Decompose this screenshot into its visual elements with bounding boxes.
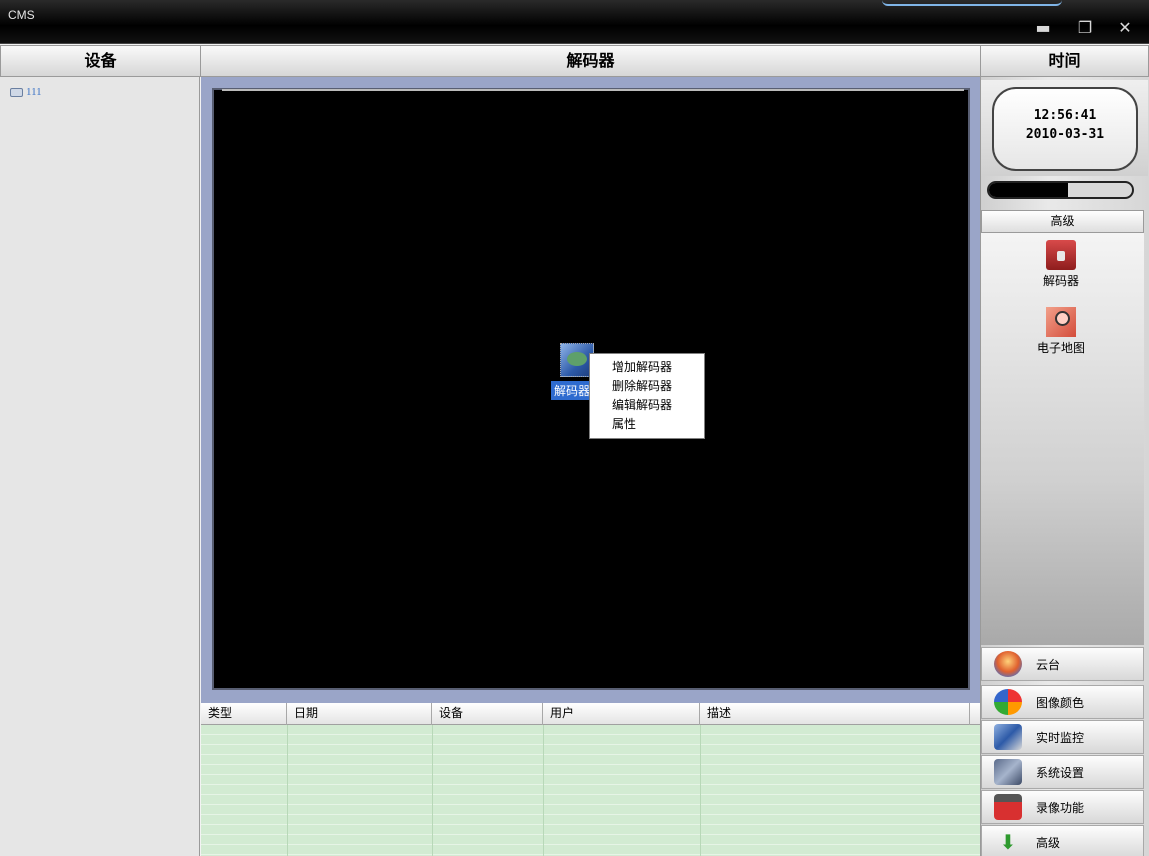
menu-item-edit-decoder[interactable]: 编辑解码器 (590, 396, 704, 415)
log-table-header: 类型 日期 设备 用户 描述 (201, 703, 980, 725)
column-divider (700, 725, 701, 856)
recording-icon (994, 794, 1022, 820)
live-monitor-icon (994, 724, 1022, 750)
time-header: 时间 (980, 45, 1149, 77)
minimize-icon[interactable]: ▬ (1030, 18, 1056, 38)
column-divider (432, 725, 433, 856)
nav-live-monitor-button[interactable]: 实时监控 (981, 720, 1144, 754)
decoder-header: 解码器 (200, 45, 981, 77)
decoder-tool[interactable]: 解码器 (1011, 240, 1111, 289)
device-header: 设备 (0, 45, 201, 77)
device-tree-item[interactable]: 111 (10, 86, 42, 98)
ptz-icon (994, 651, 1022, 677)
column-header-date[interactable]: 日期 (287, 703, 432, 725)
window-title: CMS (8, 8, 35, 22)
device-tree-panel (0, 77, 200, 856)
column-header-description[interactable]: 描述 (700, 703, 970, 725)
nav-system-settings-label: 系统设置 (1036, 765, 1085, 780)
restore-icon[interactable]: ❐ (1072, 18, 1098, 38)
clock-display: 12:56:41 2010-03-31 (992, 87, 1138, 171)
close-icon[interactable]: ✕ (1112, 18, 1138, 38)
column-divider (287, 725, 288, 856)
cms-app: CMS ▬ ❐ ✕ 设备 解码器 时间 111 解码器 增加解码器 删除解码器 … (0, 0, 1149, 856)
menu-item-add-decoder[interactable]: 增加解码器 (590, 358, 704, 377)
emap-tool[interactable]: 电子地图 (1011, 307, 1111, 356)
log-table-body[interactable] (201, 725, 980, 856)
decoder-tool-label: 解码器 (1042, 274, 1079, 288)
context-menu: 增加解码器 删除解码器 编辑解码器 属性 (589, 353, 705, 439)
title-bar: CMS ▬ ❐ ✕ (0, 0, 1149, 44)
column-header-type[interactable]: 类型 (201, 703, 287, 725)
column-divider (543, 725, 544, 856)
image-color-icon (994, 689, 1022, 715)
nav-advanced-label: 高级 (1036, 835, 1061, 850)
nav-live-monitor-label: 实时监控 (1036, 730, 1085, 745)
nav-image-color-label: 图像颜色 (1036, 695, 1085, 710)
progress-bar (987, 181, 1134, 199)
nav-system-settings-button[interactable]: 系统设置 (981, 755, 1144, 789)
title-accent (882, 0, 1062, 6)
decoder-item-label[interactable]: 解码器 (551, 381, 594, 400)
system-settings-icon (994, 759, 1022, 785)
nav-image-color-button[interactable]: 图像颜色 (981, 685, 1144, 719)
column-header-device[interactable]: 设备 (432, 703, 543, 725)
arrow-down-icon: ⬇ (999, 830, 1017, 854)
nav-ptz-button[interactable]: 云台 (981, 647, 1144, 681)
emap-icon (1046, 307, 1076, 337)
nav-ptz-label: 云台 (1036, 657, 1061, 672)
video-top-rule (222, 89, 964, 91)
menu-item-properties[interactable]: 属性 (590, 415, 704, 434)
emap-tool-label: 电子地图 (1036, 341, 1085, 355)
nav-recording-button[interactable]: 录像功能 (981, 790, 1144, 824)
decoder-folder-icon (1046, 240, 1076, 270)
camera-icon (10, 87, 23, 97)
menu-item-delete-decoder[interactable]: 删除解码器 (590, 377, 704, 396)
advanced-panel (981, 233, 1144, 645)
clock-time: 12:56:41 (1033, 108, 1097, 123)
device-tree-item-label: 111 (26, 86, 42, 98)
advanced-panel-header[interactable]: 高级 (981, 210, 1144, 233)
nav-advanced-button[interactable]: ⬇ 高级 (981, 825, 1144, 856)
clock-date: 2010-03-31 (1025, 127, 1105, 142)
column-header-user[interactable]: 用户 (543, 703, 700, 725)
nav-recording-label: 录像功能 (1036, 800, 1085, 815)
progress-fill (989, 183, 1068, 197)
